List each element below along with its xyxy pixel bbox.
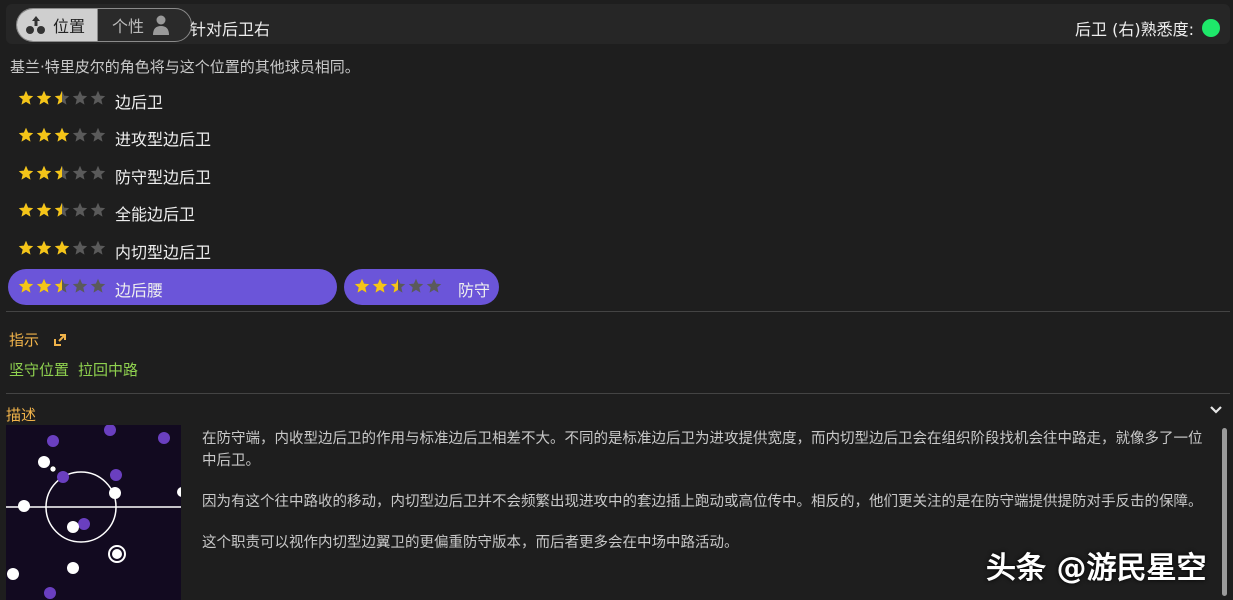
rating-stars <box>18 90 108 111</box>
familiarity-indicator: 后卫 (右)熟悉度: <box>1075 16 1220 40</box>
role-label: 全能边后卫 <box>115 205 196 224</box>
tab-position[interactable]: 位置 <box>17 9 97 41</box>
role-note: 基兰·特里皮尔的角色将与这个位置的其他球员相同。 <box>10 58 360 76</box>
duty-label: 防守 <box>458 281 491 300</box>
divider <box>6 311 1230 312</box>
rating-stars <box>18 278 108 299</box>
role-label: 内切型边后卫 <box>115 243 212 262</box>
instructions-title: 指示 <box>9 331 40 349</box>
page-title: 针对后卫右 <box>190 20 271 39</box>
role-item-full-back[interactable]: 边后卫 <box>8 81 208 117</box>
description-paragraph: 在防守端，内收型边后卫的作用与标准边后卫相差不大。不同的是标准边后卫为进攻提供宽… <box>202 431 1203 469</box>
description-title: 描述 <box>6 406 37 424</box>
tab-position-label: 位置 <box>53 17 86 36</box>
role-label: 边后腰 <box>115 281 164 300</box>
description-paragraph: 因为有这个往中路收的移动，内切型边后卫并不会频繁出现进攻中的套边插上跑动或高位传… <box>202 494 1203 510</box>
role-item-inverted-full-back[interactable]: 内切型边后卫 <box>8 231 228 267</box>
person-icon <box>153 15 170 35</box>
tab-personality[interactable]: 个性 <box>97 9 191 41</box>
position-icon <box>26 16 45 34</box>
tab-personality-label: 个性 <box>112 17 145 36</box>
rating-stars <box>18 165 108 186</box>
expand-icon[interactable] <box>53 333 67 347</box>
rating-stars <box>18 202 108 223</box>
role-item-no-nonsense-full-back[interactable]: 防守型边后卫 <box>8 156 228 192</box>
rating-stars <box>354 278 444 299</box>
header-bar: 位置 个性 针对后卫右 后卫 (右)熟悉度: <box>6 4 1230 44</box>
role-label: 边后卫 <box>115 93 164 112</box>
watermark: 头条 @游民星空 <box>986 551 1207 586</box>
rating-stars <box>18 127 108 148</box>
instruction-hold-position[interactable]: 坚守位置 <box>9 359 69 380</box>
pitch-diagram <box>6 425 181 599</box>
role-diagram-image <box>6 425 181 600</box>
divider <box>6 393 1230 394</box>
familiarity-label: 后卫 (右)熟悉度: <box>1075 20 1194 39</box>
rating-stars <box>18 240 108 261</box>
description-scrollbar[interactable] <box>1222 428 1227 596</box>
role-item-complete-full-back[interactable]: 全能边后卫 <box>8 193 228 229</box>
familiarity-dot <box>1202 19 1220 37</box>
duty-selector[interactable]: 防守 <box>344 269 499 305</box>
chevron-down-icon[interactable] <box>1209 403 1223 417</box>
instructions-header: 指示 <box>9 329 67 350</box>
view-toggle: 位置 个性 <box>16 8 192 42</box>
role-item-wing-back-selected[interactable]: 边后腰 <box>8 269 337 305</box>
instruction-cut-inside[interactable]: 拉回中路 <box>78 359 138 380</box>
role-label: 防守型边后卫 <box>115 168 212 187</box>
role-item-complete-wing-back[interactable]: 进攻型边后卫 <box>8 118 228 154</box>
role-label: 进攻型边后卫 <box>115 130 212 149</box>
